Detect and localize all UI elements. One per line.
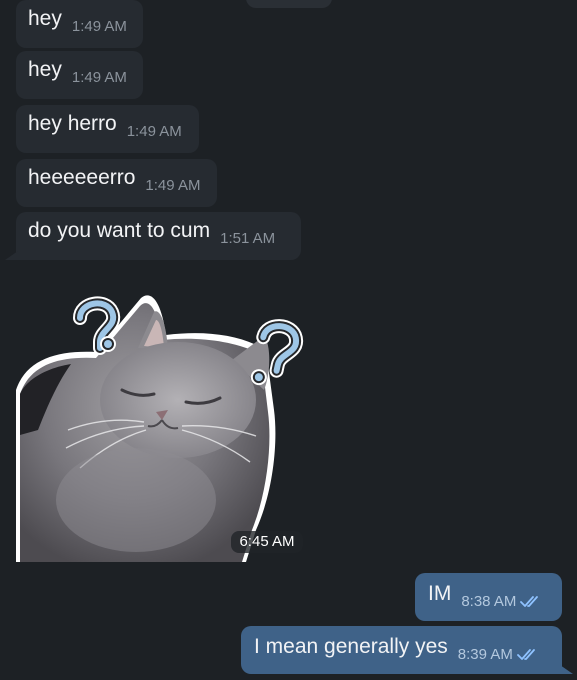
incoming-message[interactable]: hey 1:49 AM <box>16 0 143 48</box>
message-text: do you want to cum <box>28 219 211 242</box>
previous-message-bubble[interactable] <box>246 0 332 8</box>
message-time: 1:49 AM <box>71 69 127 86</box>
message-time: 1:49 AM <box>126 123 182 140</box>
cat-sticker[interactable] <box>16 290 306 562</box>
message-text: IM <box>428 582 452 605</box>
message-time: 8:38 AM <box>461 593 542 612</box>
message-time: 8:39 AM <box>458 646 539 665</box>
double-check-icon <box>520 595 542 612</box>
chat-history[interactable]: hey 1:49 AM hey 1:49 AM hey herro 1:49 A… <box>0 0 577 680</box>
double-check-icon <box>516 648 539 665</box>
outgoing-message[interactable]: IM 8:38 AM <box>415 573 562 621</box>
incoming-message[interactable]: hey 1:49 AM <box>16 51 143 99</box>
message-time: 1:51 AM <box>220 230 276 247</box>
message-text: hey herro <box>28 112 117 135</box>
message-time: 1:49 AM <box>71 18 127 35</box>
incoming-message[interactable]: heeeeeerro 1:49 AM <box>16 159 217 207</box>
incoming-message[interactable]: hey herro 1:49 AM <box>16 105 199 153</box>
bubble-tail <box>5 251 18 260</box>
bubble-tail <box>560 665 573 674</box>
incoming-message[interactable]: do you want to cum 1:51 AM <box>16 212 301 260</box>
message-text: hey <box>28 7 62 30</box>
sticker-time: 6:45 AM <box>231 531 303 553</box>
message-time: 1:49 AM <box>145 177 201 194</box>
message-text: hey <box>28 58 62 81</box>
message-text: I mean generally yes <box>254 635 448 658</box>
message-text: heeeeeerro <box>28 166 136 189</box>
outgoing-message[interactable]: I mean generally yes 8:39 AM <box>241 626 562 674</box>
